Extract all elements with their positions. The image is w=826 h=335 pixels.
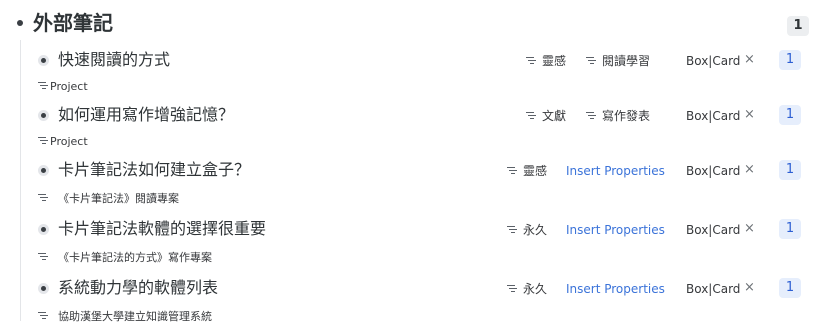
tag-label: 永久 [523,223,548,237]
list-item: 卡片筆記法如何建立盒子？ 靈感 Insert Properties Box|Ca… [0,155,826,185]
block-title[interactable]: 系統動力學的軟體列表 [58,278,218,298]
sub-property[interactable]: 協助漢堡大學建立知識管理系統 [38,309,212,325]
list-icon [507,284,517,292]
tag-chip[interactable]: 靈感 [507,163,547,179]
sub-property[interactable]: 《卡片筆記法》閱讀專案 [38,191,179,207]
insert-properties-button[interactable]: Insert Properties [566,222,665,238]
tag-label: 閱讀學習 [602,54,651,68]
list-icon [507,166,517,174]
reference-count-badge[interactable]: 1 [779,278,801,298]
list-item: 卡片筆記法軟體的選擇很重要 永久 Insert Properties Box|C… [0,214,826,244]
list-icon [38,136,48,144]
reference-count-badge[interactable]: 1 [779,105,801,125]
list-icon [526,111,536,119]
block-title[interactable]: 如何運用寫作增強記憶？ [58,105,234,125]
root-bullet-icon[interactable] [17,20,23,26]
list-item: 如何運用寫作增強記憶？ 文獻 寫作發表 Box|Card × 1 [0,100,826,130]
insert-properties-button[interactable]: Insert Properties [566,163,665,179]
tag-chip[interactable]: 閱讀學習 [586,53,650,69]
list-icon [507,225,517,233]
bullet-icon[interactable] [38,283,49,294]
list-icon [38,252,48,260]
list-item: 快速閱讀的方式 靈感 閱讀學習 Box|Card × 1 [0,45,826,75]
tag-chip[interactable]: 永久 [507,222,547,238]
bullet-icon[interactable] [38,165,49,176]
root-reference-count[interactable]: 1 [787,16,809,36]
tag-chip[interactable]: 文獻 [526,108,566,124]
sub-property[interactable]: Project [38,134,88,150]
list-item: 系統動力學的軟體列表 永久 Insert Properties Box|Card… [0,273,826,303]
reference-count-badge[interactable]: 1 [779,160,801,180]
sub-property-label: Project [50,80,88,93]
tag-label: 靈感 [523,164,548,178]
list-icon [586,56,596,64]
boxcard-label[interactable]: Box|Card [686,108,740,124]
block-title[interactable]: 卡片筆記法軟體的選擇很重要 [58,219,266,239]
tag-label: 靈感 [542,54,567,68]
sub-property-label: 《卡片筆記法》閱讀專案 [58,192,179,205]
list-icon [586,111,596,119]
sub-property-label: 協助漢堡大學建立知識管理系統 [58,310,212,323]
bullet-icon[interactable] [38,55,49,66]
reference-count-badge[interactable]: 1 [779,219,801,239]
tag-label: 寫作發表 [602,109,651,123]
close-icon[interactable]: × [744,52,755,68]
boxcard-label[interactable]: Box|Card [686,163,740,179]
close-icon[interactable]: × [744,107,755,123]
block-title[interactable]: 卡片筆記法如何建立盒子？ [58,160,250,180]
list-icon [38,193,48,201]
sub-property[interactable]: Project [38,79,88,95]
sub-property[interactable]: 《卡片筆記法的方式》寫作專案 [38,250,212,266]
boxcard-label[interactable]: Box|Card [686,222,740,238]
sub-property-label: 《卡片筆記法的方式》寫作專案 [58,251,212,264]
insert-properties-button[interactable]: Insert Properties [566,281,665,297]
reference-count-badge[interactable]: 1 [779,50,801,70]
bullet-icon[interactable] [38,110,49,121]
list-icon [38,81,48,89]
list-icon [526,56,536,64]
tag-label: 文獻 [542,109,567,123]
boxcard-label[interactable]: Box|Card [686,53,740,69]
block-title[interactable]: 快速閱讀的方式 [58,50,170,70]
tag-label: 永久 [523,282,548,296]
list-icon [38,311,48,319]
tag-chip[interactable]: 寫作發表 [586,108,650,124]
page-title[interactable]: 外部筆記 [33,10,113,36]
bullet-icon[interactable] [38,224,49,235]
tag-chip[interactable]: 靈感 [526,53,566,69]
tag-chip[interactable]: 永久 [507,281,547,297]
close-icon[interactable]: × [744,280,755,296]
close-icon[interactable]: × [744,221,755,237]
sub-property-label: Project [50,135,88,148]
boxcard-label[interactable]: Box|Card [686,281,740,297]
close-icon[interactable]: × [744,162,755,178]
